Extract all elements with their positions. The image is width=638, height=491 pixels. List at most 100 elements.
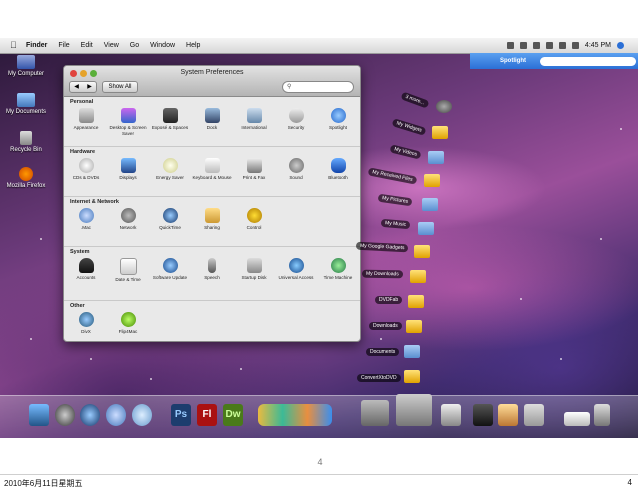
folder-icon[interactable] <box>404 345 420 358</box>
pane-energy-saver[interactable]: Energy Saver <box>148 158 192 181</box>
show-all-button[interactable]: Show All <box>102 81 138 93</box>
forward-arrow-icon[interactable]: ▶ <box>83 82 96 92</box>
photoshop-icon[interactable]: Ps <box>171 404 191 426</box>
pane-divx[interactable]: DivX <box>64 312 108 335</box>
stack-label[interactable]: Documents <box>366 348 400 356</box>
search-input[interactable]: ⚲ <box>282 81 354 93</box>
pane-appearance[interactable]: Appearance <box>64 108 108 131</box>
folder-icon[interactable] <box>410 270 426 283</box>
finder-icon[interactable] <box>29 404 49 426</box>
pane-dock[interactable]: Dock <box>190 108 234 131</box>
stack-label[interactable]: My Google Gadgets <box>355 241 409 253</box>
stack-down-icon[interactable] <box>396 394 432 426</box>
safari-icon[interactable] <box>132 404 152 426</box>
pane-label: .Mac <box>81 225 91 230</box>
menu-go[interactable]: Go <box>130 42 139 49</box>
pane-universal-access[interactable]: Universal Access <box>274 258 318 281</box>
pane-dotmac[interactable]: .Mac <box>64 208 108 231</box>
music-icon[interactable] <box>519 42 527 49</box>
folder-icon[interactable] <box>404 370 420 383</box>
stack-label[interactable]: My Music <box>380 218 411 230</box>
stack-label[interactable]: My Pictures <box>377 193 413 207</box>
desktop-icon-firefox[interactable]: Mozilla Firefox <box>2 167 50 189</box>
pane-spotlight[interactable]: Spotlight <box>316 108 360 131</box>
apple-menu-icon[interactable]:  <box>10 41 18 50</box>
monitor-icon[interactable] <box>506 42 514 49</box>
stack-label[interactable]: My Received Files <box>367 167 418 185</box>
pane-date-time[interactable]: Date & Time <box>106 258 150 283</box>
stack-label[interactable]: My Downloads <box>361 269 403 279</box>
stack-label[interactable]: My Videos <box>389 144 422 160</box>
apple-icon[interactable] <box>524 404 544 426</box>
stack-label[interactable]: ConvertXtoDVD <box>357 374 401 382</box>
pane-sound[interactable]: Sound <box>274 158 318 181</box>
pane-displays[interactable]: Displays <box>106 158 150 181</box>
folder-icon[interactable] <box>424 174 440 187</box>
pane-network[interactable]: Network <box>106 208 150 231</box>
folder-icon[interactable] <box>432 126 448 139</box>
stack-down-icon[interactable] <box>361 400 389 426</box>
pane-software-update[interactable]: Software Update <box>148 258 192 281</box>
folder-icon[interactable] <box>408 295 424 308</box>
globe-icon[interactable] <box>106 404 126 426</box>
pane-speech[interactable]: Speech <box>190 258 234 281</box>
section-personal: Personal Appearance Desktop & Screen Sav… <box>64 96 360 147</box>
folder-icon[interactable] <box>422 198 438 211</box>
menu-file[interactable]: File <box>58 42 69 49</box>
desktop-icon-my-computer[interactable]: My Computer <box>2 55 50 77</box>
flash-icon[interactable]: Fl <box>197 404 217 426</box>
stack-label[interactable]: My Widgets <box>391 118 427 136</box>
menu-help[interactable]: Help <box>186 42 200 49</box>
menu-view[interactable]: View <box>104 42 119 49</box>
more-arrow-icon[interactable] <box>436 100 452 113</box>
spotlight-label: Spotlight <box>500 58 526 64</box>
menu-app-name[interactable]: Finder <box>26 42 47 49</box>
pane-label: Security <box>287 125 305 130</box>
menu-clock[interactable]: 4:45 PM <box>585 42 611 49</box>
stack-label[interactable]: DVDFab <box>375 296 403 304</box>
pane-bluetooth[interactable]: Bluetooth <box>316 158 360 181</box>
pane-sharing[interactable]: Sharing <box>190 208 234 231</box>
menu-edit[interactable]: Edit <box>81 42 93 49</box>
pane-print-fax[interactable]: Print & Fax <box>232 158 276 181</box>
keyboard-icon[interactable] <box>564 412 590 426</box>
wlop-logo-icon[interactable] <box>258 404 332 426</box>
pane-expose-spaces[interactable]: Exposé & Spaces <box>148 108 192 131</box>
pane-quicktime[interactable]: QuickTime <box>148 208 192 231</box>
hard-drive-icon[interactable] <box>441 404 461 426</box>
pane-security[interactable]: Security <box>274 108 318 131</box>
desktop-icon-my-documents[interactable]: My Documents <box>2 93 50 115</box>
pane-keyboard-mouse[interactable]: Keyboard & Mouse <box>190 158 234 181</box>
home-icon[interactable] <box>498 404 518 426</box>
folder-icon[interactable] <box>406 320 422 333</box>
bluetooth-icon[interactable] <box>545 42 553 49</box>
pane-international[interactable]: International <box>232 108 276 131</box>
spotlight-icon[interactable] <box>617 42 624 49</box>
pane-accounts[interactable]: Accounts <box>64 258 108 281</box>
pane-startup-disk[interactable]: Startup Disk <box>232 258 276 281</box>
folder-icon[interactable] <box>428 151 444 164</box>
stack-label[interactable]: Downloads <box>369 322 402 330</box>
facetime-icon[interactable] <box>55 404 75 426</box>
volume-icon[interactable] <box>571 42 579 49</box>
desktop-icon-recycle-bin[interactable]: Recycle Bin <box>2 131 50 153</box>
folder-icon[interactable] <box>418 222 434 235</box>
folder-icon[interactable] <box>414 245 430 258</box>
trash-icon[interactable] <box>594 404 610 426</box>
dreamweaver-icon[interactable]: Dw <box>223 404 243 426</box>
clock-icon <box>119 258 137 275</box>
pane-flip4mac[interactable]: Flip4Mac <box>106 312 150 335</box>
spotlight-input[interactable] <box>540 56 636 66</box>
pane-desktop-screensaver[interactable]: Desktop & Screen Saver <box>106 108 150 136</box>
pane-cds-dvds[interactable]: CDs & DVDs <box>64 158 108 181</box>
sync-icon[interactable] <box>532 42 540 49</box>
menu-window[interactable]: Window <box>150 42 175 49</box>
pane-time-machine[interactable]: Time Machine <box>316 258 360 281</box>
dock-icon <box>204 108 220 123</box>
stack-label[interactable]: 3 more... <box>400 91 430 109</box>
calculator-icon[interactable] <box>473 404 493 426</box>
wifi-icon[interactable] <box>558 42 566 49</box>
back-arrow-icon[interactable]: ◀ <box>70 82 83 92</box>
pane-control[interactable]: Control <box>232 208 276 231</box>
quicktime-icon[interactable] <box>80 404 100 426</box>
